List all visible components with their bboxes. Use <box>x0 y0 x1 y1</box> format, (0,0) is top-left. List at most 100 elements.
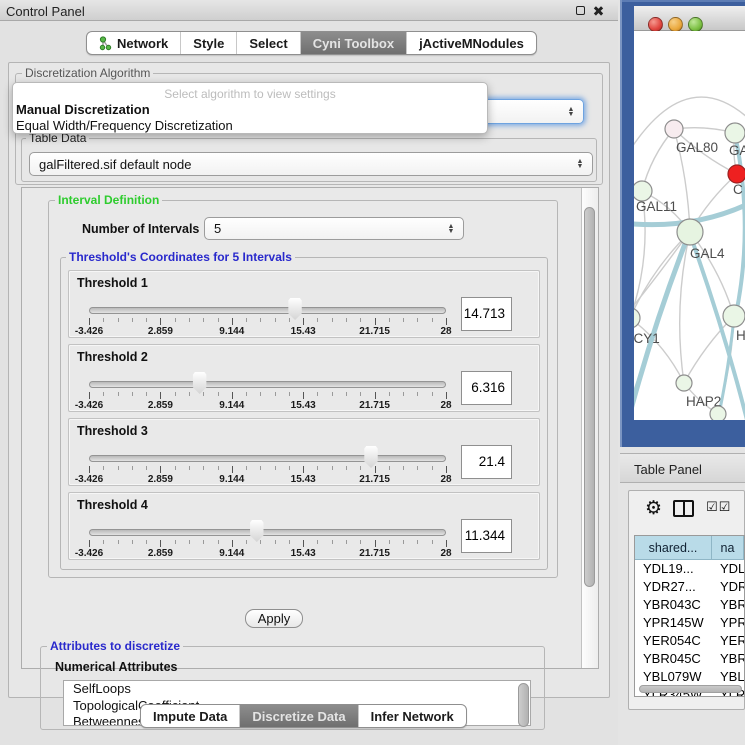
tab-select[interactable]: Select <box>237 32 300 54</box>
network-node-label: GA <box>729 143 745 158</box>
threshold-panel-2: Threshold 2 -3.4262.8599.14415.4321.7152… <box>68 344 540 412</box>
attributes-group-title: Attributes to discretize <box>47 639 183 653</box>
threshold-panel-1: Threshold 1 -3.4262.8599.14415.4321.7152… <box>68 270 540 338</box>
numerical-attributes-label: Numerical Attributes <box>55 660 177 674</box>
popup-option-equal-width-frequency[interactable]: Equal Width/Frequency Discretization <box>16 118 484 133</box>
network-window-titlebar <box>634 6 745 31</box>
network-node-bot[interactable] <box>710 406 726 420</box>
columns-icon[interactable] <box>673 500 694 517</box>
slider-track[interactable] <box>89 381 446 388</box>
network-icon <box>99 36 112 51</box>
checkboxes-icon[interactable]: ☑☑ <box>706 499 731 515</box>
network-node-gal11[interactable] <box>634 181 652 201</box>
threshold-value-field[interactable]: 21.4 <box>461 445 512 479</box>
tab-style[interactable]: Style <box>181 32 237 54</box>
tab-style-label: Style <box>193 36 224 51</box>
threshold-value-field[interactable]: 11.344 <box>461 519 512 553</box>
combo-stepper-icon: ▲▼ <box>443 224 459 234</box>
tab-jactivemnodules[interactable]: jActiveMNodules <box>407 32 536 54</box>
tab-infer-network-label: Infer Network <box>371 709 454 724</box>
apply-button[interactable]: Apply <box>245 609 303 628</box>
table-cell: YPR1 <box>712 614 744 632</box>
cyni-toolbox-panel: Discretization Algorithm ▲▼ Table Data g… <box>8 62 610 698</box>
algorithm-popup: Select algorithm to view settings Manual… <box>12 82 488 134</box>
column-header-name[interactable]: na <box>712 536 744 559</box>
table-cell: YBL079W <box>635 668 712 686</box>
maximize-traffic-light[interactable] <box>688 17 703 32</box>
close-traffic-light[interactable] <box>648 17 663 32</box>
table-cell: YBR045C <box>635 650 712 668</box>
network-node-gal80[interactable] <box>665 120 683 138</box>
table-body: YDL19...YDL1YDR27...YDR2YBR043CYBR0YPR14… <box>635 560 744 697</box>
table-row[interactable]: YDL19...YDL1 <box>635 560 744 578</box>
table-hscrollbar[interactable] <box>639 685 742 693</box>
slider-track[interactable] <box>89 307 446 314</box>
minimize-traffic-light[interactable] <box>668 17 683 32</box>
settings-scrollpane: Interval Definition Number of Intervals … <box>21 187 599 669</box>
network-edge <box>735 134 745 314</box>
network-canvas[interactable]: GAL80GACGAL11GAL4GCY1HHAP2 <box>634 31 745 420</box>
table-cell: YBR0 <box>712 650 744 668</box>
tab-cyni-toolbox[interactable]: Cyni Toolbox <box>301 32 407 54</box>
num-intervals-combobox[interactable]: 5 ▲▼ <box>204 217 464 240</box>
num-intervals-label: Number of Intervals <box>82 222 199 236</box>
threshold-value-field[interactable]: 14.713 <box>461 297 512 331</box>
panel-title: Control Panel <box>6 4 85 19</box>
float-window-icon[interactable] <box>574 5 587 18</box>
table-toolbar: ⚙ ☑☑ <box>629 495 744 533</box>
attribute-list-item[interactable]: SelfLoops <box>64 681 530 698</box>
network-node-gal4[interactable] <box>677 219 703 245</box>
network-node-ga[interactable] <box>725 123 745 143</box>
network-node-h[interactable] <box>723 305 745 327</box>
slider-thumb[interactable] <box>249 520 265 542</box>
tab-select-label: Select <box>249 36 287 51</box>
tab-impute-data[interactable]: Impute Data <box>141 705 240 727</box>
algorithm-popup-hint: Select algorithm to view settings <box>13 87 487 101</box>
tab-network[interactable]: Network <box>87 32 181 54</box>
table-cell: YPR145W <box>635 614 712 632</box>
table-cell: YDL1 <box>712 560 744 578</box>
table-row[interactable]: YPR145WYPR1 <box>635 614 744 632</box>
tab-impute-data-label: Impute Data <box>153 709 227 724</box>
column-header-shared[interactable]: shared... <box>635 536 712 559</box>
table-row[interactable]: YDR27...YDR2 <box>635 578 744 596</box>
table-panel: ⚙ ☑☑ shared... na YDL19...YDL1YDR27...YD… <box>628 490 745 710</box>
settings-vscrollbar-thumb[interactable] <box>584 207 595 587</box>
tab-infer-network[interactable]: Infer Network <box>359 705 466 727</box>
network-node-label: GAL11 <box>636 199 677 214</box>
table-cell: YBR043C <box>635 596 712 614</box>
popup-option-manual-discretization[interactable]: Manual Discretization <box>16 102 484 117</box>
table-data-combobox[interactable]: galFiltered.sif default node ▲▼ <box>29 152 593 176</box>
table-row[interactable]: YER054CYER0 <box>635 632 744 650</box>
table-cell: YDR2 <box>712 578 744 596</box>
network-node-c[interactable] <box>728 165 745 183</box>
gear-icon[interactable]: ⚙ <box>645 497 662 520</box>
tab-cyni-toolbox-label: Cyni Toolbox <box>313 36 394 51</box>
network-node-hap2[interactable] <box>676 375 692 391</box>
control-panel: Control Panel ✖ Network Style Select Cyn… <box>0 0 618 745</box>
table-cell: YER054C <box>635 632 712 650</box>
slider-thumb[interactable] <box>363 446 379 468</box>
slider-track[interactable] <box>89 529 446 536</box>
top-tabstrip: Network Style Select Cyni Toolbox jActiv… <box>86 31 537 55</box>
table-cell: YER0 <box>712 632 744 650</box>
tab-discretize-data[interactable]: Discretize Data <box>240 705 358 727</box>
slider-thumb[interactable] <box>287 298 303 320</box>
threshold-value-field[interactable]: 6.316 <box>461 371 512 405</box>
slider-thumb[interactable] <box>192 372 208 394</box>
threshold-panel-4: Threshold 4 -3.4262.8599.14415.4321.7152… <box>68 492 540 560</box>
control-panel-titlebar: Control Panel ✖ <box>0 0 618 21</box>
close-icon[interactable]: ✖ <box>592 5 605 18</box>
table-data-value: galFiltered.sif default node <box>30 157 572 172</box>
tab-network-label: Network <box>117 36 168 51</box>
thresholds-group-title: Threshold's Coordinates for 5 Intervals <box>66 250 295 264</box>
table-row[interactable]: YBR045CYBR0 <box>635 650 744 668</box>
tab-discretize-data-label: Discretize Data <box>252 709 345 724</box>
table-cell: YBR0 <box>712 596 744 614</box>
slider-track[interactable] <box>89 455 446 462</box>
tab-jactivemnodules-label: jActiveMNodules <box>419 36 524 51</box>
table-row[interactable]: YBL079WYBL0 <box>635 668 744 686</box>
attributes-list-scrollbar[interactable] <box>518 683 529 727</box>
table-row[interactable]: YBR043CYBR0 <box>635 596 744 614</box>
network-view-frame: GAL80GACGAL11GAL4GCY1HHAP2 <box>620 0 745 447</box>
